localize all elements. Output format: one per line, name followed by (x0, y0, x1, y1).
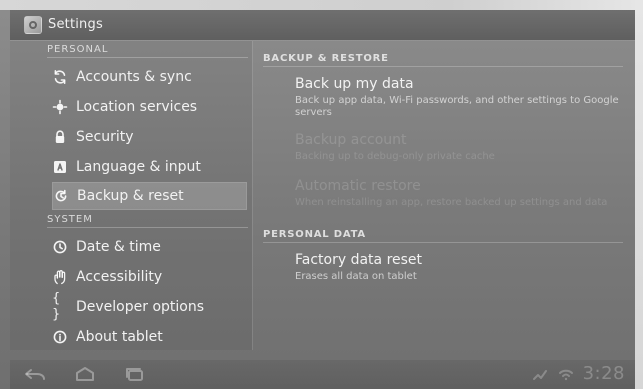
tablet-screen: Settings PERSONAL Accounts & sync Locati… (0, 0, 643, 389)
setting-summary: When reinstalling an app, restore backed… (295, 197, 608, 208)
section-header-personal-data: PERSONAL DATA (263, 229, 366, 240)
back-icon[interactable] (22, 365, 48, 383)
setting-factory-data-reset[interactable]: Factory data reset Erases all data on ta… (295, 251, 625, 283)
clock-icon (52, 239, 68, 255)
action-bar: Settings (10, 10, 635, 41)
setting-summary: Backing up to debug-only private cache (295, 151, 495, 162)
status-area: 3:28 (531, 363, 625, 384)
sidebar-item-date-time[interactable]: Date & time (52, 232, 247, 262)
sidebar-item-accessibility[interactable]: Accessibility (52, 262, 247, 292)
section-header-personal: PERSONAL (47, 44, 109, 55)
sidebar-item-label: Accessibility (76, 269, 163, 285)
setting-title: Factory data reset (295, 252, 423, 268)
sidebar-item-label: Security (76, 129, 134, 145)
sidebar-item-label: Language & input (76, 159, 201, 175)
clock: 3:28 (582, 363, 625, 384)
setting-automatic-restore: Automatic restore When reinstalling an a… (295, 177, 625, 209)
keyboard-icon (52, 159, 68, 175)
sidebar-item-developer-options[interactable]: { } Developer options (52, 291, 247, 322)
sidebar-item-label: Accounts & sync (76, 69, 192, 85)
sync-icon (52, 69, 68, 85)
sidebar-item-location-services[interactable]: Location services (52, 92, 247, 122)
sidebar-item-label: Location services (76, 99, 198, 115)
setting-summary: Erases all data on tablet (295, 271, 417, 282)
location-icon (52, 99, 68, 115)
settings-details: BACKUP & RESTORE Back up my data Back up… (253, 41, 635, 350)
section-divider (47, 227, 248, 228)
sidebar-item-security[interactable]: Security (52, 122, 247, 152)
info-icon (52, 329, 68, 345)
sidebar-item-label: Date & time (76, 239, 161, 255)
system-bar: 3:28 (10, 360, 635, 389)
setting-back-up-my-data[interactable]: Back up my data Back up app data, Wi-Fi … (295, 75, 625, 119)
settings-icon (24, 16, 42, 34)
bezel-top (0, 0, 643, 10)
setting-backup-account: Backup account Backing up to debug-only … (295, 131, 625, 163)
bezel-right (635, 0, 643, 389)
section-divider (263, 66, 623, 67)
recent-apps-icon[interactable] (122, 365, 148, 383)
sidebar-item-about-tablet[interactable]: About tablet (52, 322, 247, 352)
lock-icon (52, 129, 68, 145)
braces-icon: { } (52, 291, 61, 322)
setting-title: Backup account (295, 132, 407, 148)
home-icon[interactable] (72, 365, 98, 383)
sidebar-item-backup-reset[interactable]: Backup & reset (52, 182, 247, 210)
sidebar-item-accounts-sync[interactable]: Accounts & sync (52, 62, 247, 92)
sidebar-item-label: Developer options (76, 299, 205, 315)
setting-title: Back up my data (295, 76, 414, 92)
hand-icon (52, 269, 68, 285)
signal-icon (532, 369, 547, 380)
sidebar-item-label: Backup & reset (77, 188, 184, 204)
section-divider (47, 57, 248, 58)
settings-categories: PERSONAL Accounts & sync Location servic… (10, 41, 252, 350)
setting-title: Automatic restore (295, 178, 421, 194)
sidebar-item-language-input[interactable]: Language & input (52, 152, 247, 182)
window-title: Settings (48, 17, 103, 32)
section-header-backup-restore: BACKUP & RESTORE (263, 53, 389, 64)
sidebar-item-label: About tablet (76, 329, 163, 345)
setting-summary: Back up app data, Wi-Fi passwords, and o… (295, 95, 619, 118)
section-divider (263, 242, 623, 243)
section-header-system: SYSTEM (47, 214, 93, 225)
wifi-icon (558, 369, 573, 380)
backup-icon (53, 188, 69, 204)
